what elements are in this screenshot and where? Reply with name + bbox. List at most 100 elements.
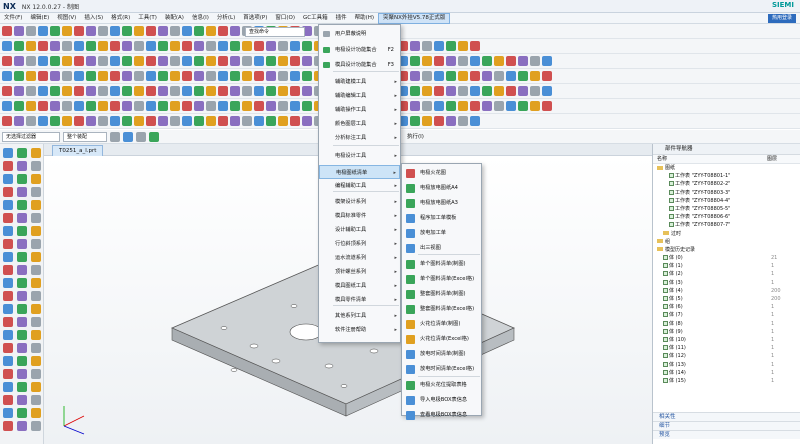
tool-icon[interactable] <box>506 86 516 96</box>
checkbox-icon[interactable] <box>663 279 668 285</box>
tool-icon[interactable] <box>494 101 504 111</box>
menu-entry-8[interactable]: 电极设计工具 ▸ <box>319 149 400 163</box>
sidebar-tool-icon[interactable] <box>17 148 27 158</box>
submenu-entry-14[interactable]: 电极火花位提取表格 <box>402 378 481 393</box>
tool-icon[interactable] <box>422 86 432 96</box>
checkbox-icon[interactable] <box>663 369 668 375</box>
sidebar-tool-icon[interactable] <box>17 408 27 418</box>
tool-icon[interactable] <box>218 26 228 36</box>
tool-icon[interactable] <box>182 101 192 111</box>
tool-icon[interactable] <box>482 101 492 111</box>
tool-icon[interactable] <box>302 56 312 66</box>
checkbox-icon[interactable] <box>663 312 668 318</box>
sidebar-tool-icon[interactable] <box>3 356 13 366</box>
tool-icon[interactable] <box>110 116 120 126</box>
tool-icon[interactable] <box>206 86 216 96</box>
tree-row[interactable]: 过时 <box>653 230 800 238</box>
checkbox-icon[interactable] <box>669 197 674 203</box>
menu-entry-9[interactable]: 电极图纸清单 ▸ <box>319 165 400 179</box>
menu-entry-1[interactable]: 电极设计功能集合 F2 <box>319 43 400 57</box>
menu-entry-10[interactable]: 编程辅助工具 ▸ <box>319 179 400 193</box>
tool-icon[interactable] <box>530 86 540 96</box>
tool-icon[interactable] <box>170 116 180 126</box>
sidebar-tool-icon[interactable] <box>17 174 27 184</box>
sidebar-tool-icon[interactable] <box>3 317 13 327</box>
menu-item-7[interactable]: 信息(I) <box>188 13 213 24</box>
tree-row[interactable]: 体 (2) 1 <box>653 270 800 278</box>
tool-icon[interactable] <box>74 41 84 51</box>
sidebar-tool-icon[interactable] <box>31 421 41 431</box>
tool-icon[interactable] <box>170 56 180 66</box>
tool-icon[interactable] <box>482 56 492 66</box>
tool-icon[interactable] <box>50 26 60 36</box>
sidebar-tool-icon[interactable] <box>17 226 27 236</box>
tool-icon[interactable] <box>86 26 96 36</box>
tool-icon[interactable] <box>26 56 36 66</box>
sidebar-tool-icon[interactable] <box>3 343 13 353</box>
tool-icon[interactable] <box>122 26 132 36</box>
menu-entry-19[interactable]: 其他系列工具 ▸ <box>319 309 400 323</box>
menu-entry-0[interactable]: 用户屏蔽说明 <box>319 27 400 41</box>
checkbox-icon[interactable] <box>663 328 668 334</box>
tool-icon[interactable] <box>230 41 240 51</box>
tool-icon[interactable] <box>494 56 504 66</box>
tree-row[interactable]: 工作表 "ZYY-T08807-7" <box>653 221 800 229</box>
sidebar-tool-icon[interactable] <box>17 382 27 392</box>
sidebar-tool-icon[interactable] <box>31 408 41 418</box>
menu-item-14[interactable]: 突聚NX外挂V5.78正式版 <box>378 12 451 24</box>
sidebar-tool-icon[interactable] <box>17 291 27 301</box>
sidebar-tool-icon[interactable] <box>17 304 27 314</box>
panel-preview[interactable]: 预览 <box>653 430 800 439</box>
sidebar-tool-icon[interactable] <box>31 291 41 301</box>
sidebar-tool-icon[interactable] <box>17 356 27 366</box>
tool-icon[interactable] <box>146 101 156 111</box>
tool-icon[interactable] <box>458 41 468 51</box>
tool-icon[interactable] <box>242 41 252 51</box>
tool-icon[interactable] <box>254 86 264 96</box>
document-tab[interactable]: T0251_a_l.prt <box>52 145 104 156</box>
tool-icon[interactable] <box>230 116 240 126</box>
tool-icon[interactable] <box>98 101 108 111</box>
menu-entry-20[interactable]: 软件注册帮助 ▸ <box>319 323 400 337</box>
submenu-entry-9[interactable]: 整套图料清单(Excel格) <box>402 302 481 317</box>
panel-dependencies[interactable]: 相关性 <box>653 412 800 421</box>
tool-icon[interactable] <box>170 41 180 51</box>
tree-row[interactable]: 体 (15) 1 <box>653 377 800 385</box>
tool-icon[interactable] <box>86 86 96 96</box>
sidebar-tool-icon[interactable] <box>31 278 41 288</box>
checkbox-icon[interactable] <box>669 181 674 187</box>
checkbox-icon[interactable] <box>663 296 668 301</box>
menu-entry-16[interactable]: 顶针螺丝系列 ▸ <box>319 265 400 279</box>
sidebar-tool-icon[interactable] <box>17 252 27 262</box>
tool-icon[interactable] <box>2 116 12 126</box>
tool-icon[interactable] <box>122 56 132 66</box>
tree-row[interactable]: 体 (9) 1 <box>653 328 800 336</box>
tree-row[interactable]: 体 (11) 1 <box>653 344 800 352</box>
sidebar-tool-icon[interactable] <box>3 265 13 275</box>
tool-icon[interactable] <box>206 101 216 111</box>
tool-icon[interactable] <box>50 71 60 81</box>
tool-icon[interactable] <box>50 86 60 96</box>
tool-icon[interactable] <box>230 56 240 66</box>
tree-row[interactable]: 工作表 "ZYY-T08805-5" <box>653 205 800 213</box>
checkbox-icon[interactable] <box>663 336 668 342</box>
tool-icon[interactable] <box>86 71 96 81</box>
menu-entry-2[interactable]: 模具设计功能集合 F3 <box>319 58 400 72</box>
tool-icon[interactable] <box>194 101 204 111</box>
tool-icon[interactable] <box>290 41 300 51</box>
sidebar-tool-icon[interactable] <box>17 330 27 340</box>
tool-icon[interactable] <box>26 116 36 126</box>
tool-icon[interactable] <box>266 116 276 126</box>
tool-icon[interactable] <box>146 86 156 96</box>
sidebar-tool-icon[interactable] <box>3 148 13 158</box>
sidebar-tool-icon[interactable] <box>17 369 27 379</box>
tool-icon[interactable] <box>50 116 60 126</box>
tool-icon[interactable] <box>266 101 276 111</box>
checkbox-icon[interactable] <box>663 320 668 326</box>
tool-icon[interactable] <box>38 116 48 126</box>
submenu-entry-1[interactable]: 电极放电图纸A4 <box>402 181 481 196</box>
menu-item-2[interactable]: 视图(V) <box>53 13 80 24</box>
checkbox-icon[interactable] <box>663 287 668 293</box>
menu-entry-7[interactable]: 分析标注工具 ▸ <box>319 131 400 145</box>
sidebar-tool-icon[interactable] <box>31 226 41 236</box>
